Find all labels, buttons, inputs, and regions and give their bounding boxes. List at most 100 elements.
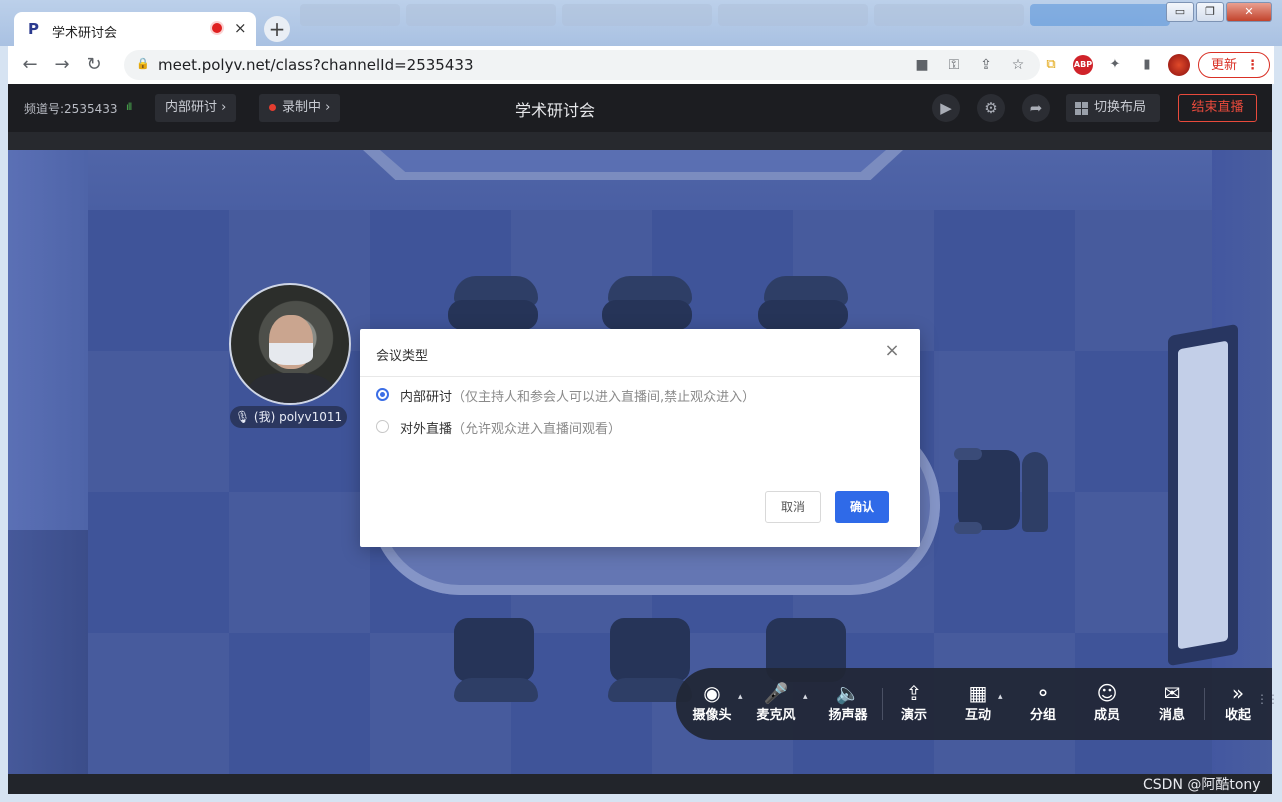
group-button[interactable]: ⚬ 分组 [1015, 680, 1071, 730]
browser-toolbar: ← → ↻ 🔒 meet.polyv.net/class?channelId=2… [8, 46, 1274, 84]
chair [958, 450, 1020, 530]
microphone-label: 麦克风 [756, 708, 796, 723]
profile-avatar[interactable] [1168, 54, 1190, 76]
microphone-icon: 🎙 [234, 410, 251, 424]
chair-arm [954, 522, 982, 534]
chair [454, 618, 534, 682]
chair [758, 300, 848, 330]
polyv-logo-icon: P [28, 20, 39, 38]
window-controls: ▭ ❐ ✕ [1166, 2, 1272, 22]
minimize-button[interactable]: ▭ [1166, 2, 1194, 22]
interact-options-caret-icon[interactable]: ▴ [998, 692, 1003, 702]
new-tab-button[interactable]: + [264, 16, 290, 42]
chair [454, 678, 538, 702]
group-label: 分组 [1029, 708, 1056, 723]
close-window-button[interactable]: ✕ [1226, 2, 1272, 22]
end-live-button[interactable]: 结束直播 [1178, 94, 1257, 122]
background-tabs [300, 4, 1170, 30]
reload-icon[interactable]: ↻ [83, 54, 105, 76]
collapse-label: 收起 [1224, 708, 1251, 723]
menu-dots-icon: ⋮ [1246, 58, 1259, 73]
forward-icon[interactable]: → [51, 54, 73, 76]
speaker-icon: 🔈 [835, 681, 861, 705]
present-button[interactable]: ⇪ 演示 [886, 680, 942, 730]
url-text[interactable]: meet.polyv.net/class?channelId=2535433 [158, 56, 473, 74]
watermark-text: CSDN @阿酷tony [1143, 777, 1261, 793]
participant-video[interactable] [229, 283, 351, 405]
key-icon[interactable]: ⚿ [944, 55, 964, 75]
chair [448, 300, 538, 330]
option-description: （允许观众进入直播间观看） [452, 422, 622, 437]
address-bar[interactable]: 🔒 meet.polyv.net/class?channelId=2535433… [124, 50, 1040, 80]
option-description: （仅主持人和参会人可以进入直播间,禁止观众进入） [452, 390, 756, 405]
drag-handle-icon[interactable]: ⋮⋮ [1256, 693, 1279, 705]
cancel-button[interactable]: 取消 [765, 491, 821, 523]
participant-name-tag: 🎙 (我) polyv1011 [230, 406, 347, 428]
speaker-label: 扬声器 [828, 708, 868, 723]
meeting-type-dialog: 会议类型 × 内部研讨（仅主持人和参会人可以进入直播间,禁止观众进入） 对外直播… [360, 329, 920, 547]
dialog-title: 会议类型 [376, 349, 429, 364]
org-chart-icon: ⚬ [1034, 681, 1052, 705]
chair-arm [954, 448, 982, 460]
speaker-button[interactable]: 🔈 扬声器 [820, 680, 876, 730]
toolbar-divider [882, 688, 883, 720]
chair [602, 300, 692, 330]
messages-button[interactable]: ✉ 消息 [1144, 680, 1200, 730]
participant-mask [269, 343, 313, 365]
switch-layout-button[interactable]: 切换布局 [1066, 94, 1160, 122]
tab-title: 学术研讨会 [52, 26, 118, 41]
adblock-icon[interactable]: ABP [1073, 55, 1093, 75]
camera-icon: ◉ [703, 681, 721, 705]
participant-shirt [249, 373, 333, 403]
members-button[interactable]: ☺ 成员 [1079, 680, 1135, 730]
close-icon[interactable]: × [882, 341, 902, 361]
bookmark-star-icon[interactable]: ☆ [1008, 55, 1028, 75]
interact-button[interactable]: ▦ 互动 [950, 680, 1006, 730]
share-arrow-icon[interactable]: ➦ [1022, 94, 1050, 122]
messages-label: 消息 [1158, 708, 1185, 723]
camera-label: 摄像头 [692, 708, 732, 723]
participant-name: (我) polyv1011 [253, 410, 343, 424]
upload-icon: ⇪ [905, 681, 923, 705]
meeting-toolbar: ◉ 摄像头 ▴ 🎤 麦克风 ▴ 🔈 扬声器 ⇪ 演示 ▦ 互动 ▴ ⚬ 分组 ☺ 成员 ✉ 消息… [676, 668, 1272, 740]
camera-options-caret-icon[interactable]: ▴ [738, 692, 743, 702]
radio-external[interactable] [376, 420, 389, 433]
extensions-puzzle-icon[interactable]: ✦ [1105, 55, 1125, 75]
recording-indicator-icon [212, 23, 222, 33]
bottom-strip [8, 774, 1272, 794]
room-door [8, 530, 88, 774]
toolbar-divider [1204, 688, 1205, 720]
app-header: 频道号:2535433 ıll 内部研讨 › 录制中 › 学术研讨会 ▶ ⚙ ➦… [8, 84, 1272, 132]
update-button[interactable]: 更新 ⋮ [1198, 52, 1270, 78]
confirm-button[interactable]: 确认 [835, 491, 889, 523]
copy-extension-icon[interactable]: ⧉ [1041, 55, 1061, 75]
grid-layout-icon [1075, 102, 1088, 115]
whiteboard-screen [1178, 340, 1228, 650]
side-panel-icon[interactable]: ▮ [1137, 55, 1157, 75]
chair [1022, 452, 1048, 532]
chair [610, 618, 690, 682]
back-icon[interactable]: ← [19, 54, 41, 76]
option-title: 对外直播 [400, 422, 453, 437]
present-label: 演示 [900, 708, 927, 723]
option-label: 对外直播（允许观众进入直播间观看） [400, 418, 621, 437]
tab-close-icon[interactable]: × [234, 19, 247, 37]
restore-button[interactable]: ❐ [1196, 2, 1224, 22]
option-title: 内部研讨 [400, 390, 453, 405]
members-label: 成员 [1093, 708, 1120, 723]
interact-label: 互动 [964, 708, 991, 723]
playback-icon[interactable]: ▶ [932, 94, 960, 122]
share-icon[interactable]: ⇪ [976, 55, 996, 75]
browser-tab-active[interactable]: P 学术研讨会 × [14, 12, 256, 46]
settings-gear-icon[interactable]: ⚙ [977, 94, 1005, 122]
camera-icon[interactable]: ■ [912, 55, 932, 75]
radio-internal[interactable] [376, 388, 389, 401]
microphone-icon: 🎤 [763, 681, 789, 705]
microphone-options-caret-icon[interactable]: ▴ [803, 692, 808, 702]
switch-layout-label: 切换布局 [1094, 100, 1147, 115]
ceiling-vent-inner [380, 150, 886, 172]
camera-button[interactable]: ◉ 摄像头 [684, 680, 740, 730]
user-icon: ☺ [1096, 681, 1118, 705]
microphone-button[interactable]: 🎤 麦克风 [748, 680, 804, 730]
lock-icon: 🔒 [136, 57, 150, 70]
